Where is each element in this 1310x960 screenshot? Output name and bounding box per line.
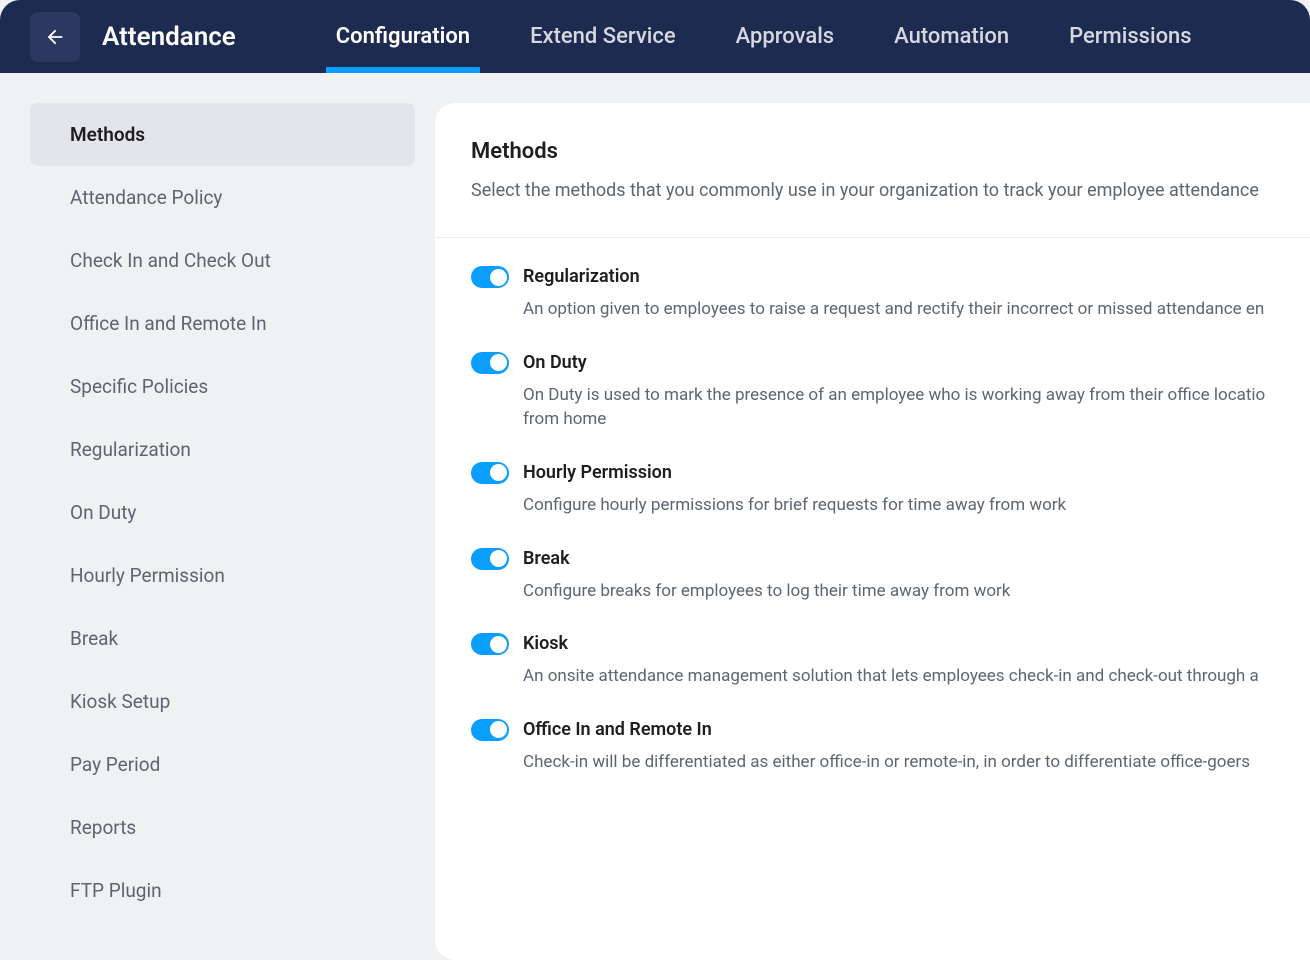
method-title: Hourly Permission xyxy=(523,462,1310,483)
sidebar-item-pay-period[interactable]: Pay Period xyxy=(30,733,415,796)
content-area: Methods Attendance Policy Check In and C… xyxy=(0,73,1310,960)
method-title: Regularization xyxy=(523,266,1310,287)
method-content: Regularization An option given to employ… xyxy=(523,266,1310,322)
method-row-hourly-permission: Hourly Permission Configure hourly permi… xyxy=(471,462,1310,518)
method-desc: Configure hourly permissions for brief r… xyxy=(523,493,1310,518)
method-title: Kiosk xyxy=(523,633,1310,654)
arrow-left-icon xyxy=(44,26,66,48)
sidebar-item-attendance-policy[interactable]: Attendance Policy xyxy=(30,166,415,229)
sidebar-item-regularization[interactable]: Regularization xyxy=(30,418,415,481)
sidebar-item-hourly-permission[interactable]: Hourly Permission xyxy=(30,544,415,607)
toggle-office-remote-in[interactable] xyxy=(471,719,509,741)
toggle-hourly-permission[interactable] xyxy=(471,462,509,484)
tab-extend-service[interactable]: Extend Service xyxy=(530,0,676,73)
method-row-break: Break Configure breaks for employees to … xyxy=(471,548,1310,604)
method-desc: An onsite attendance management solution… xyxy=(523,664,1310,689)
tab-automation[interactable]: Automation xyxy=(894,0,1009,73)
tab-permissions[interactable]: Permissions xyxy=(1069,0,1192,73)
method-content: Kiosk An onsite attendance management so… xyxy=(523,633,1310,689)
sidebar-item-on-duty[interactable]: On Duty xyxy=(30,481,415,544)
method-row-kiosk: Kiosk An onsite attendance management so… xyxy=(471,633,1310,689)
sidebar-item-ftp-plugin[interactable]: FTP Plugin xyxy=(30,859,415,922)
method-desc: Configure breaks for employees to log th… xyxy=(523,579,1310,604)
method-desc: On Duty is used to mark the presence of … xyxy=(523,383,1310,432)
toggle-kiosk[interactable] xyxy=(471,633,509,655)
page-title: Attendance xyxy=(102,22,236,52)
sidebar-item-office-remote-in[interactable]: Office In and Remote In xyxy=(30,292,415,355)
sidebar-item-specific-policies[interactable]: Specific Policies xyxy=(30,355,415,418)
main-title: Methods xyxy=(471,139,1310,164)
sidebar-item-reports[interactable]: Reports xyxy=(30,796,415,859)
method-content: Break Configure breaks for employees to … xyxy=(523,548,1310,604)
toggle-regularization[interactable] xyxy=(471,266,509,288)
back-button[interactable] xyxy=(30,12,80,62)
method-title: On Duty xyxy=(523,352,1310,373)
sidebar-item-kiosk-setup[interactable]: Kiosk Setup xyxy=(30,670,415,733)
tab-configuration[interactable]: Configuration xyxy=(336,0,470,73)
method-desc: Check-in will be differentiated as eithe… xyxy=(523,750,1310,775)
main-subtitle: Select the methods that you commonly use… xyxy=(471,180,1310,201)
method-row-on-duty: On Duty On Duty is used to mark the pres… xyxy=(471,352,1310,432)
app-header: Attendance Configuration Extend Service … xyxy=(0,0,1310,73)
main-panel: Methods Select the methods that you comm… xyxy=(435,103,1310,960)
sidebar-item-check-in-out[interactable]: Check In and Check Out xyxy=(30,229,415,292)
method-row-regularization: Regularization An option given to employ… xyxy=(471,266,1310,322)
method-content: On Duty On Duty is used to mark the pres… xyxy=(523,352,1310,432)
method-desc: An option given to employees to raise a … xyxy=(523,297,1310,322)
method-content: Office In and Remote In Check-in will be… xyxy=(523,719,1310,775)
toggle-break[interactable] xyxy=(471,548,509,570)
sidebar: Methods Attendance Policy Check In and C… xyxy=(30,103,435,960)
method-row-office-remote-in: Office In and Remote In Check-in will be… xyxy=(471,719,1310,775)
method-title: Office In and Remote In xyxy=(523,719,1310,740)
header-tabs: Configuration Extend Service Approvals A… xyxy=(336,0,1192,73)
method-content: Hourly Permission Configure hourly permi… xyxy=(523,462,1310,518)
toggle-on-duty[interactable] xyxy=(471,352,509,374)
method-title: Break xyxy=(523,548,1310,569)
sidebar-item-break[interactable]: Break xyxy=(30,607,415,670)
tab-approvals[interactable]: Approvals xyxy=(736,0,835,73)
sidebar-item-methods[interactable]: Methods xyxy=(30,103,415,166)
separator xyxy=(435,237,1310,238)
